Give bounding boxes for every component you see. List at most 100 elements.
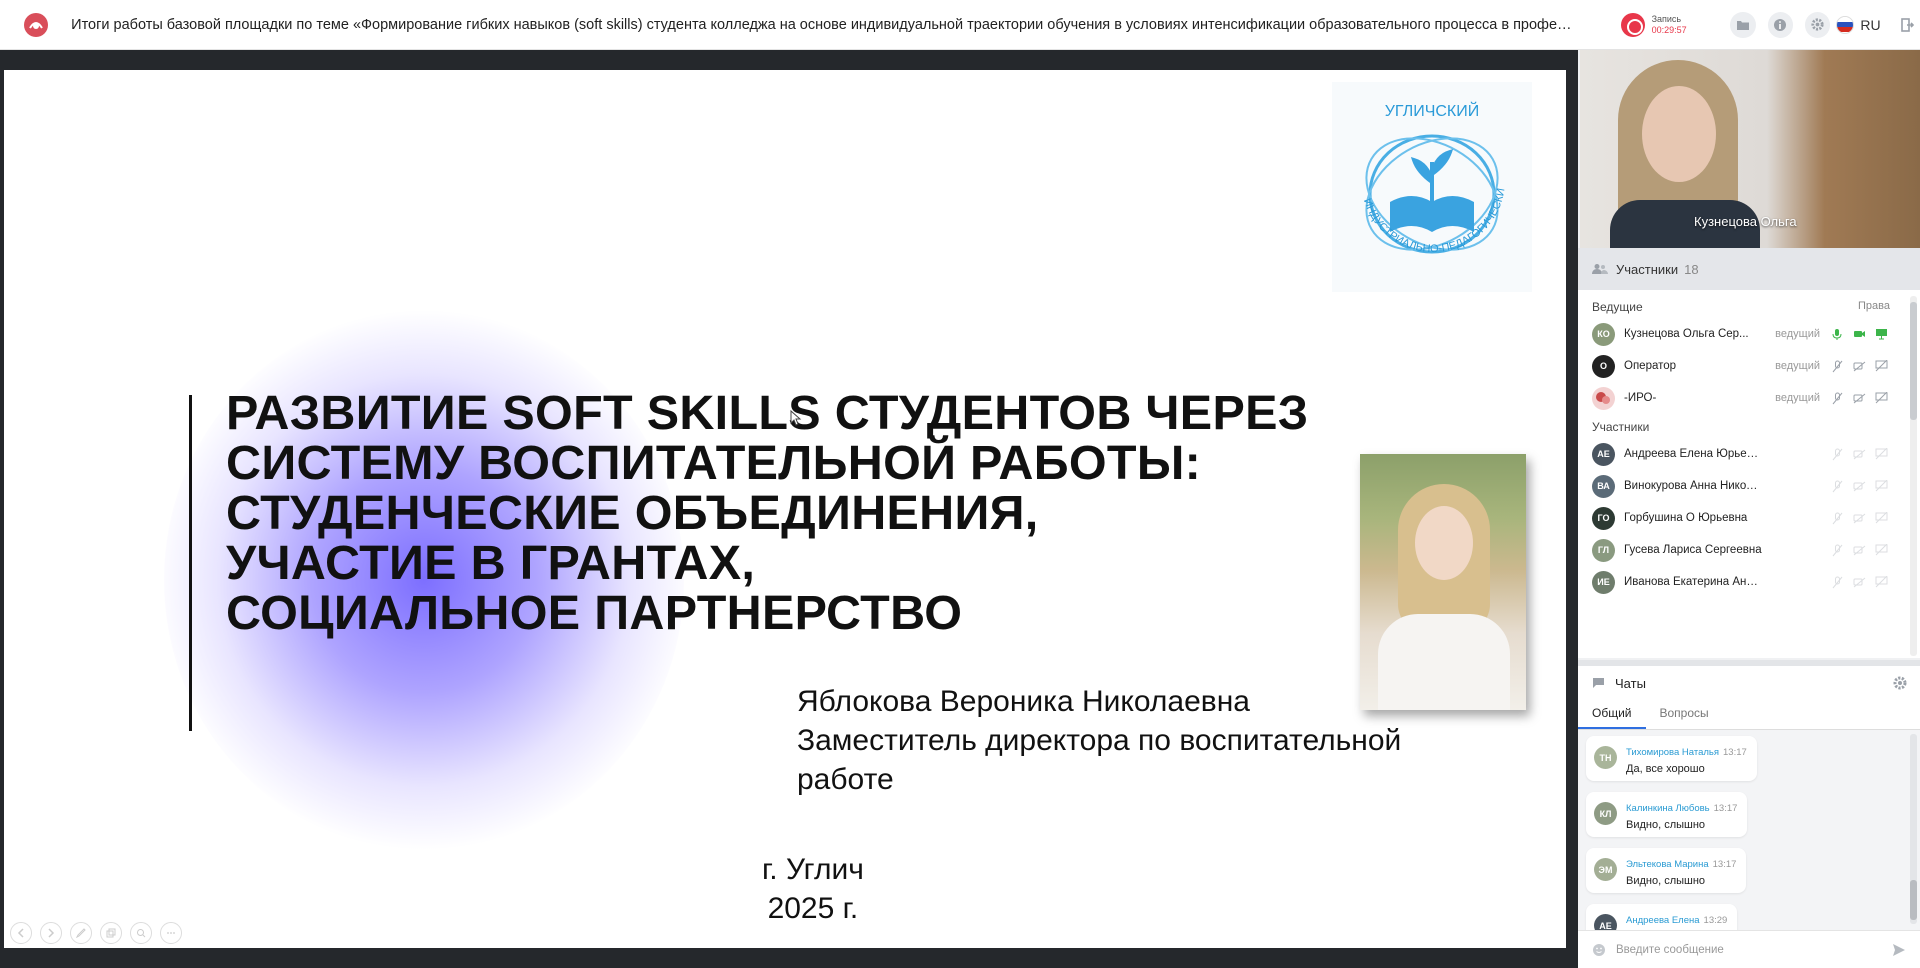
camera-off-icon[interactable] — [1852, 447, 1866, 461]
avatar: ГО — [1592, 506, 1615, 530]
zoom-icon[interactable] — [130, 922, 152, 944]
record-label: Запись — [1651, 13, 1682, 24]
chat-messages: ТН Тихомирова Наталья 13:17 Да, все хорош… — [1578, 730, 1920, 930]
screen-off-icon[interactable] — [1874, 391, 1888, 405]
slide-title: РАЗВИТИЕ SOFT SKILLS СТУДЕНТОВ ЧЕРЕЗ СИС… — [226, 388, 1426, 638]
presentation-slide: РАЗВИТИЕ SOFT SKILLS СТУДЕНТОВ ЧЕРЕЗ СИС… — [4, 70, 1566, 948]
city: г. Углич — [762, 853, 864, 886]
participant-row[interactable]: ВА Винокурова Анна Николаевна — [1578, 470, 1920, 502]
screen-off-icon[interactable] — [1874, 575, 1888, 589]
place-and-year: г. Углич 2025 г. — [762, 850, 864, 928]
message-text: Видно, слышно — [1626, 819, 1706, 831]
host-row[interactable]: О Оператор ведущий — [1578, 350, 1920, 382]
camera-on-icon[interactable] — [1852, 327, 1866, 341]
participants-header[interactable]: Участники 18 — [1578, 248, 1920, 290]
rights-link[interactable]: Права — [1858, 300, 1890, 318]
avatar: ТН — [1594, 746, 1617, 769]
screen-off-icon[interactable] — [1874, 479, 1888, 493]
participant-name: Винокурова Анна Николаевна — [1624, 480, 1764, 492]
hosts-group-header: Ведущие Права — [1578, 290, 1920, 318]
screen-off-icon[interactable] — [1874, 543, 1888, 557]
slide-title-line: СИСТЕМУ ВОСПИТАТЕЛЬНОЙ РАБОТЫ: — [226, 436, 1202, 490]
message-input[interactable]: Введите сообщение — [1616, 944, 1892, 956]
camera-off-icon[interactable] — [1852, 479, 1866, 493]
camera-off-icon[interactable] — [1852, 543, 1866, 557]
recording-indicator[interactable]: Запись 00:29:57 — [1620, 12, 1719, 37]
language-selector[interactable]: RU — [1836, 15, 1881, 34]
chat-message: АЕ Андреева Елена13:29 Спасибо! — [1586, 904, 1738, 930]
participant-name: Андреева Елена Юрьевна — [1624, 448, 1764, 460]
app-logo-icon[interactable] — [18, 7, 53, 43]
mic-off-icon[interactable] — [1830, 479, 1844, 493]
speaker-name: Яблокова Вероника Николаевна — [797, 685, 1250, 718]
avatar: О — [1592, 354, 1615, 378]
more-icon[interactable] — [160, 922, 182, 944]
record-timer: 00:29:57 — [1651, 24, 1687, 35]
message-text: Видно, слышно — [1626, 875, 1706, 887]
mic-off-icon[interactable] — [1830, 511, 1844, 525]
participant-row[interactable]: ГО Горбушина О Юрьевна — [1578, 502, 1920, 534]
chat-message: ЭМ Эльтекова Марина 13:17 Видно, слышно — [1586, 848, 1747, 893]
mic-off-icon[interactable] — [1830, 447, 1844, 461]
pen-icon[interactable] — [70, 922, 92, 944]
top-bar: Итоги работы базовой площадки по теме «Ф… — [0, 0, 1920, 50]
chat-message: ТН Тихомирова Наталья 13:17 Да, все хорош… — [1586, 736, 1757, 781]
screen-off-icon[interactable] — [1874, 359, 1888, 373]
screen-off-icon[interactable] — [1874, 511, 1888, 525]
participant-row[interactable]: ГЛ Гусева Лариса Сергеевна — [1578, 534, 1920, 566]
message-author[interactable]: Эльтекова Марина — [1626, 859, 1709, 870]
participant-name: Кузнецова Ольга Сер... — [1624, 328, 1749, 340]
exit-icon[interactable] — [1895, 12, 1920, 38]
presentation-stage: РАЗВИТИЕ SOFT SKILLS СТУДЕНТОВ ЧЕРЕЗ СИС… — [0, 50, 1578, 968]
slide-title-line: УЧАСТИЕ В ГРАНТАХ, — [226, 536, 756, 590]
slide-title-line: СОЦИАЛЬНОЕ ПАРТНЕРСТВО — [226, 586, 963, 640]
mic-off-icon[interactable] — [1830, 575, 1844, 589]
message-text: Да, все хорошо — [1626, 763, 1705, 775]
participant-role: ведущий — [1775, 328, 1820, 340]
emoji-icon[interactable] — [1592, 943, 1606, 957]
message-author[interactable]: Калинкина Любовь — [1626, 803, 1710, 814]
host-row[interactable]: КО Кузнецова Ольга Сер... ведущий — [1578, 318, 1920, 350]
message-time: 13:17 — [1713, 803, 1738, 814]
camera-off-icon[interactable] — [1852, 359, 1866, 373]
camera-off-icon[interactable] — [1852, 511, 1866, 525]
participant-row[interactable]: ИЕ Иванова Екатерина Анатольевна — [1578, 566, 1920, 598]
tab-general[interactable]: Общий — [1578, 700, 1646, 729]
avatar: ГЛ — [1592, 538, 1615, 562]
participant-name: Оператор — [1624, 360, 1677, 372]
speaker-position-cont: работе — [797, 763, 894, 796]
participant-row[interactable]: АЕ Андреева Елена Юрьевна — [1578, 438, 1920, 470]
next-slide-icon[interactable] — [40, 922, 62, 944]
participant-name: Иванова Екатерина Анатольевна — [1624, 576, 1764, 588]
hosts-label: Ведущие — [1592, 300, 1643, 314]
mouse-pointer-icon — [790, 410, 802, 426]
folder-icon[interactable] — [1730, 11, 1756, 38]
chat-settings-gear-icon[interactable] — [1892, 675, 1908, 691]
mic-off-icon[interactable] — [1830, 543, 1844, 557]
camera-off-icon[interactable] — [1852, 575, 1866, 589]
host-row[interactable]: -ИРО- ведущий — [1578, 382, 1920, 414]
info-icon[interactable] — [1767, 11, 1793, 38]
message-author[interactable]: Тихомирова Наталья — [1626, 747, 1719, 758]
year: 2025 г. — [767, 892, 859, 925]
settings-gear-icon[interactable] — [1805, 11, 1831, 38]
screen-share-icon[interactable] — [1874, 327, 1888, 341]
prev-slide-icon[interactable] — [10, 922, 32, 944]
screen-off-icon[interactable] — [1874, 447, 1888, 461]
avatar: КО — [1592, 322, 1615, 346]
send-icon[interactable] — [1892, 943, 1906, 957]
message-author[interactable]: Андреева Елена — [1626, 915, 1700, 926]
mic-off-icon[interactable] — [1830, 391, 1844, 405]
members-group-header: Участники — [1578, 414, 1920, 438]
russian-flag-icon — [1836, 15, 1855, 34]
copy-icon[interactable] — [100, 922, 122, 944]
mic-off-icon[interactable] — [1830, 359, 1844, 373]
chat-input-bar: Введите сообщение — [1578, 930, 1920, 968]
speaker-photo — [1360, 454, 1526, 710]
mic-on-icon[interactable] — [1830, 327, 1844, 341]
avatar: КЛ — [1594, 802, 1617, 825]
camera-off-icon[interactable] — [1852, 391, 1866, 405]
presenter-video[interactable]: Кузнецова Ольга — [1580, 50, 1920, 248]
tab-questions[interactable]: Вопросы — [1646, 700, 1723, 729]
chat-bubble-icon — [1593, 678, 1604, 688]
